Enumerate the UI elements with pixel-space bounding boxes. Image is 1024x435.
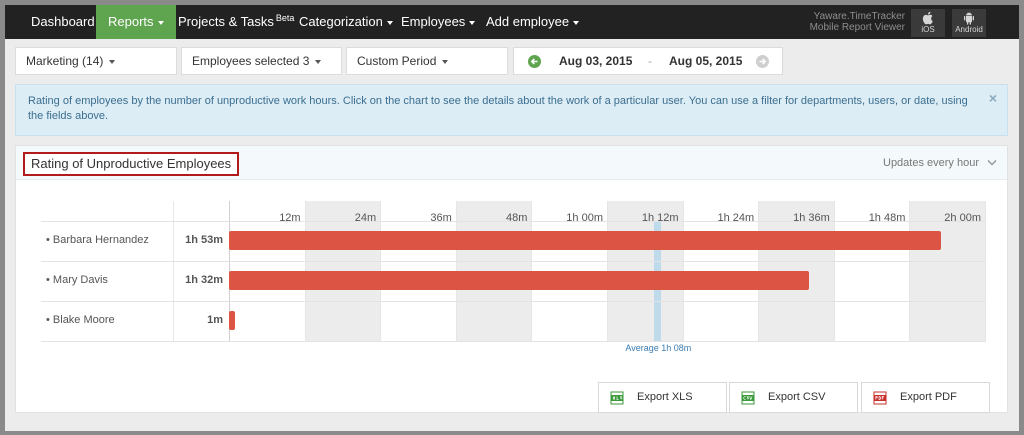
employee-name[interactable]: • Blake Moore — [46, 314, 115, 326]
mobile-viewer-line1: Yaware.TimeTracker — [813, 11, 905, 22]
info-banner: Rating of employees by the number of unp… — [15, 84, 1008, 136]
report-panel: Rating of Unproductive Employees Updates… — [15, 145, 1008, 413]
chevron-down-icon — [157, 20, 164, 25]
unproductive-chart[interactable]: 12m 24m 36m 48m 1h 00m 1h 12m 1h 24m 1h 36m 1h 4… — [41, 201, 986, 353]
department-select[interactable]: Marketing (14) — [15, 47, 177, 75]
duration-label: 1m — [207, 314, 223, 326]
nav-reports[interactable]: Reports — [96, 5, 176, 39]
export-xls-label: Export XLS — [637, 391, 693, 403]
employees-value: Employees selected 3 — [192, 54, 310, 68]
nav-categorization[interactable]: Categorization — [287, 5, 405, 39]
export-csv-label: Export CSV — [768, 391, 826, 403]
ios-label: iOS — [921, 25, 935, 34]
export-pdf-button[interactable]: Export PDF — [861, 382, 990, 413]
close-icon[interactable]: × — [989, 91, 997, 106]
employee-name[interactable]: • Barbara Hernandez — [46, 234, 149, 246]
employees-select[interactable]: Employees selected 3 — [181, 47, 342, 75]
nav-dashboard[interactable]: Dashboard — [19, 5, 107, 39]
x-tick-label: 1h 24m — [717, 212, 755, 224]
xls-file-icon — [610, 391, 624, 405]
row-divider — [41, 341, 986, 342]
bar-mary-davis[interactable] — [229, 271, 809, 290]
row-divider — [41, 301, 986, 302]
panel-header: Rating of Unproductive Employees Updates… — [16, 146, 1007, 180]
nav-add-employee[interactable]: Add employee — [474, 5, 591, 39]
date-separator: - — [648, 54, 652, 68]
period-select[interactable]: Custom Period — [346, 47, 508, 75]
info-text: Rating of employees by the number of unp… — [28, 95, 968, 122]
mobile-viewer-text: Yaware.TimeTracker Mobile Report Viewer — [801, 11, 905, 33]
x-tick-label: 1h 12m — [641, 212, 679, 224]
x-tick-label: 1h 48m — [868, 212, 906, 224]
nav-reports-label: Reports — [108, 14, 154, 29]
date-from[interactable]: Aug 03, 2015 — [559, 48, 632, 74]
csv-file-icon — [741, 391, 755, 405]
date-to[interactable]: Aug 05, 2015 — [669, 48, 742, 74]
average-label: Average 1h 08m — [625, 343, 692, 353]
mobile-viewer-line2: Mobile Report Viewer — [809, 22, 905, 33]
period-value: Custom Period — [357, 54, 437, 68]
panel-title: Rating of Unproductive Employees — [23, 152, 240, 176]
nav-categorization-label: Categorization — [299, 14, 383, 29]
chevron-down-icon — [109, 59, 116, 64]
android-label: Android — [955, 25, 983, 34]
nav-projects-label: Projects & Tasks — [178, 14, 274, 29]
department-value: Marketing (14) — [26, 54, 104, 68]
x-tick-label: 24m — [354, 212, 377, 224]
duration-label: 1h 53m — [185, 234, 223, 246]
x-tick-label: 48m — [505, 212, 528, 224]
nav-dashboard-label: Dashboard — [31, 14, 95, 29]
pdf-file-icon — [873, 391, 887, 405]
android-icon — [964, 12, 974, 25]
export-pdf-label: Export PDF — [900, 391, 957, 403]
date-range-picker: Aug 03, 2015 - Aug 05, 2015 — [513, 47, 783, 75]
grid-line — [985, 201, 986, 341]
bar-barbara-hernandez[interactable] — [229, 231, 941, 250]
grid-line — [909, 201, 911, 341]
app-window: Dashboard Reports Projects & Tasks Beta C… — [5, 5, 1019, 431]
android-app-button[interactable]: Android — [952, 9, 986, 37]
update-frequency[interactable]: Updates every hour — [883, 146, 979, 180]
export-csv-button[interactable]: Export CSV — [729, 382, 858, 413]
chevron-down-icon[interactable] — [987, 159, 997, 166]
export-xls-button[interactable]: Export XLS — [598, 382, 727, 413]
grid-line — [833, 201, 835, 341]
next-date-button[interactable] — [756, 55, 769, 68]
x-tick-label: 2h 00m — [944, 212, 981, 224]
x-tick-label: 1h 36m — [793, 212, 830, 224]
chevron-down-icon — [573, 20, 580, 25]
row-divider — [41, 261, 986, 262]
nav-employees[interactable]: Employees — [389, 5, 487, 39]
chevron-down-icon — [315, 59, 322, 64]
chevron-down-icon — [442, 59, 449, 64]
employee-name[interactable]: • Mary Davis — [46, 274, 108, 286]
prev-date-button[interactable] — [528, 55, 541, 68]
name-column-divider — [173, 201, 174, 341]
nav-employees-label: Employees — [401, 14, 466, 29]
nav-projects-tasks[interactable]: Projects & Tasks Beta — [166, 5, 306, 39]
bar-blake-moore[interactable] — [229, 311, 236, 330]
x-tick-label: 12m — [279, 212, 301, 224]
arrow-left-icon — [530, 58, 538, 65]
x-tick-label: 36m — [430, 212, 452, 224]
ios-app-button[interactable]: iOS — [911, 9, 945, 37]
duration-label: 1h 32m — [185, 274, 223, 286]
arrow-right-icon — [759, 58, 767, 65]
x-tick-label: 1h 00m — [566, 212, 603, 224]
nav-add-employee-label: Add employee — [486, 14, 570, 29]
top-navigation: Dashboard Reports Projects & Tasks Beta C… — [5, 5, 1019, 39]
apple-icon — [922, 11, 933, 25]
row-divider — [41, 221, 986, 222]
